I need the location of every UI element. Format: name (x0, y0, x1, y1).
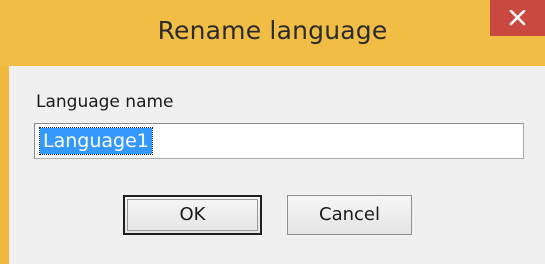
rename-language-dialog: Rename language Language name Language1 … (0, 0, 545, 264)
input-selected-text[interactable]: Language1 (39, 127, 153, 155)
dialog-body: Language name Language1 OK Cancel (9, 66, 545, 264)
language-name-input[interactable]: Language1 (34, 123, 524, 159)
cancel-button[interactable]: Cancel (287, 195, 412, 235)
ok-button[interactable]: OK (123, 195, 262, 235)
language-name-label: Language name (36, 92, 174, 112)
close-button[interactable] (490, 0, 545, 36)
ok-button-label: OK (179, 204, 206, 225)
title-bar[interactable]: Rename language (0, 0, 545, 66)
dialog-title: Rename language (157, 16, 388, 45)
cancel-button-label: Cancel (319, 204, 380, 225)
close-icon (509, 10, 526, 26)
